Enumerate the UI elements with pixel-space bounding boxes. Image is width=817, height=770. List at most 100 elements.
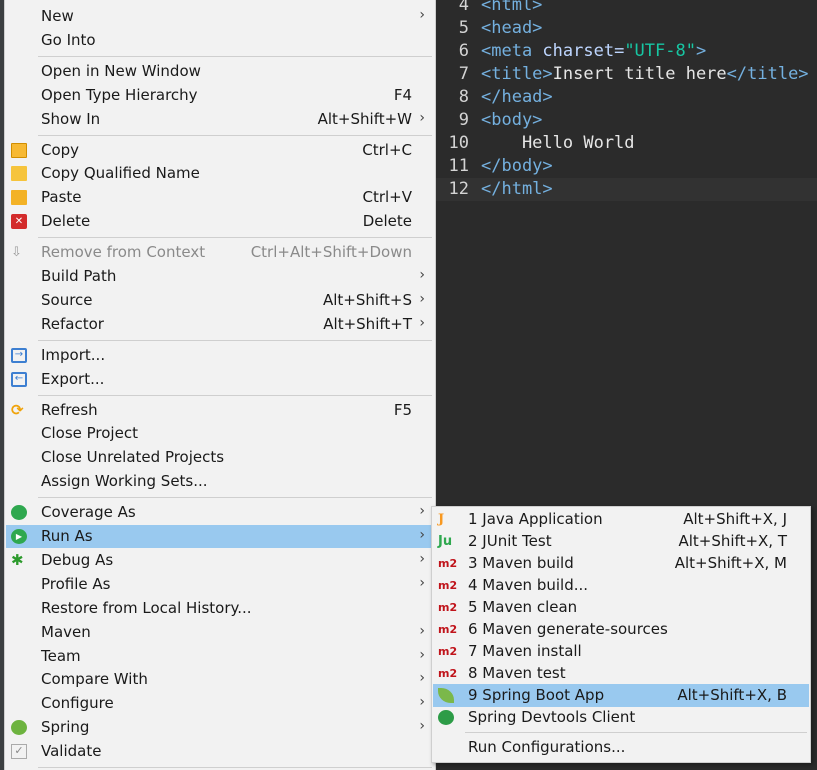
menu-item-close-unrelated-projects[interactable]: Close Unrelated Projects xyxy=(6,446,434,469)
menu-separator xyxy=(38,394,432,396)
menu-item-label: Copy xyxy=(41,140,80,159)
code-text: <body> xyxy=(481,109,542,132)
menu-item-run-as[interactable]: ▶ Run As › xyxy=(6,525,434,548)
menu-item-label: Team xyxy=(41,646,81,665)
menu-item-spring-boot-app[interactable]: 9 Spring Boot App Alt+Shift+X, B xyxy=(433,684,809,707)
menu-separator xyxy=(38,767,432,768)
menu-item-label: Build Path xyxy=(41,267,117,285)
menu-item-shortcut: F4 xyxy=(393,85,412,104)
m2-icon: m2 xyxy=(438,601,458,614)
menu-item-java-application[interactable]: J 1 Java Application Alt+Shift+X, J xyxy=(433,508,809,531)
menu-item-shortcut: Delete xyxy=(362,212,412,231)
menu-item-import[interactable]: → Import... xyxy=(6,344,434,367)
chevron-right-icon: › xyxy=(419,646,425,663)
menu-item-maven-build-dialog[interactable]: m2 4 Maven build... xyxy=(433,574,809,597)
menu-item-open-in-new-window[interactable]: Open in New Window xyxy=(6,60,434,83)
code-text: </html> xyxy=(481,178,553,201)
menu-separator xyxy=(38,55,432,57)
leaf-icon xyxy=(438,688,454,703)
menu-item-compare-with[interactable]: Compare With › xyxy=(6,668,434,691)
chevron-right-icon: › xyxy=(419,574,425,591)
menu-item-label: 3 Maven build xyxy=(468,554,574,572)
menu-item-export[interactable]: ← Export... xyxy=(6,368,434,391)
menu-item-label: 1 Java Application xyxy=(468,510,603,528)
menu-item-shortcut: Alt+Shift+X, B xyxy=(677,686,787,704)
menu-item-close-project[interactable]: Close Project xyxy=(6,422,434,445)
menu-item-junit-test[interactable]: Ju 2 JUnit Test Alt+Shift+X, T xyxy=(433,530,809,553)
menu-item-refresh[interactable]: ⟳ Refresh F5 xyxy=(6,399,434,422)
menu-item-validate[interactable]: ✓ Validate xyxy=(6,740,434,763)
run-icon: ▶ xyxy=(11,529,27,544)
menu-item-label: 7 Maven install xyxy=(468,642,582,660)
code-token: </body> xyxy=(481,156,553,176)
menu-item-label: Import... xyxy=(41,345,106,364)
code-token: </html> xyxy=(481,179,553,199)
menu-item-new[interactable]: New › xyxy=(6,5,434,28)
code-token: > xyxy=(695,41,707,61)
menu-item-team[interactable]: Team › xyxy=(6,645,434,668)
chevron-right-icon: › xyxy=(419,267,425,283)
menu-item-shortcut: Ctrl+Alt+Shift+Down xyxy=(250,243,412,262)
menu-item-maven[interactable]: Maven › xyxy=(6,621,434,644)
menu-item-build-path[interactable]: Build Path › xyxy=(6,265,434,288)
menu-item-shortcut: Alt+Shift+T xyxy=(323,314,412,333)
menu-item-shortcut: Alt+Shift+X, J xyxy=(683,510,787,528)
code-text: <meta charset="UTF-8"> xyxy=(481,40,706,63)
menu-item-spring-devtools-client[interactable]: Spring Devtools Client xyxy=(433,706,809,729)
menu-item-source[interactable]: Source Alt+Shift+S › xyxy=(6,289,434,312)
line-number: 8 xyxy=(458,87,469,107)
chevron-right-icon: › xyxy=(419,290,425,307)
menu-item-refactor[interactable]: Refactor Alt+Shift+T › xyxy=(6,313,434,336)
validate-icon: ✓ xyxy=(11,744,27,760)
menu-separator xyxy=(38,134,432,136)
menu-item-maven-build[interactable]: m2 3 Maven build Alt+Shift+X, M xyxy=(433,552,809,575)
import-icon: → xyxy=(11,347,27,363)
menu-item-assign-working-sets[interactable]: Assign Working Sets... xyxy=(6,470,434,493)
code-text: <title>Insert title here</title> xyxy=(481,63,809,86)
code-token: Hello World xyxy=(481,133,635,153)
menu-item-debug-as[interactable]: ✱ Debug As › xyxy=(6,549,434,572)
menu-item-maven-clean[interactable]: m2 5 Maven clean xyxy=(433,596,809,619)
menu-item-configure[interactable]: Configure › xyxy=(6,692,434,715)
menu-item-spring[interactable]: Spring › xyxy=(6,716,434,739)
menu-item-maven-generate-sources[interactable]: m2 6 Maven generate-sources xyxy=(433,618,809,641)
menu-item-maven-install[interactable]: m2 7 Maven install xyxy=(433,640,809,663)
code-token: <head> xyxy=(481,18,543,38)
m2-icon: m2 xyxy=(438,645,458,658)
menu-item-maven-test[interactable]: m2 8 Maven test xyxy=(433,662,809,685)
code-text: </body> xyxy=(481,155,553,178)
menu-item-restore-from-local-history[interactable]: Restore from Local History... xyxy=(6,597,434,620)
remove-icon: ⇩ xyxy=(11,245,22,261)
code-token: <title> xyxy=(481,64,553,84)
menu-item-paste[interactable]: Paste Ctrl+V xyxy=(6,186,434,209)
code-line: 6 <meta charset="UTF-8"> xyxy=(436,40,817,63)
menu-item-open-type-hierarchy[interactable]: Open Type Hierarchy F4 xyxy=(6,84,434,107)
m2-icon: m2 xyxy=(438,579,458,592)
chevron-right-icon: › xyxy=(419,314,425,331)
menu-item-shortcut: Alt+Shift+X, M xyxy=(674,554,787,572)
code-token: </head> xyxy=(481,87,553,107)
menu-item-coverage-as[interactable]: Coverage As › xyxy=(6,501,434,524)
menu-item-run-configurations[interactable]: Run Configurations... xyxy=(433,736,809,759)
menu-item-show-in[interactable]: Show In Alt+Shift+W › xyxy=(6,108,434,131)
menu-item-label: 6 Maven generate-sources xyxy=(468,620,668,638)
line-number: 5 xyxy=(458,18,469,38)
code-line: 5 <head> xyxy=(436,17,817,40)
menu-item-label: Run Configurations... xyxy=(468,738,626,756)
spring-icon xyxy=(11,720,27,736)
menu-item-label: Delete xyxy=(41,212,91,231)
line-number: 7 xyxy=(458,64,469,84)
code-token: </title> xyxy=(726,64,809,84)
menu-separator xyxy=(38,339,432,341)
menu-item-label: Configure xyxy=(41,694,114,713)
chevron-right-icon: › xyxy=(419,550,425,567)
chevron-right-icon: › xyxy=(419,670,425,687)
menu-item-copy[interactable]: Copy Ctrl+C xyxy=(6,139,434,162)
code-line: 11 </body> xyxy=(436,155,817,178)
menu-item-profile-as[interactable]: Profile As › xyxy=(6,573,434,596)
menu-item-label: 8 Maven test xyxy=(468,664,566,682)
menu-item-copy-qualified-name[interactable]: Copy Qualified Name xyxy=(6,162,434,185)
code-line: 9 <body> xyxy=(436,109,817,132)
menu-item-delete[interactable]: ✕ Delete Delete xyxy=(6,210,434,233)
menu-item-go-into[interactable]: Go Into xyxy=(6,29,434,52)
